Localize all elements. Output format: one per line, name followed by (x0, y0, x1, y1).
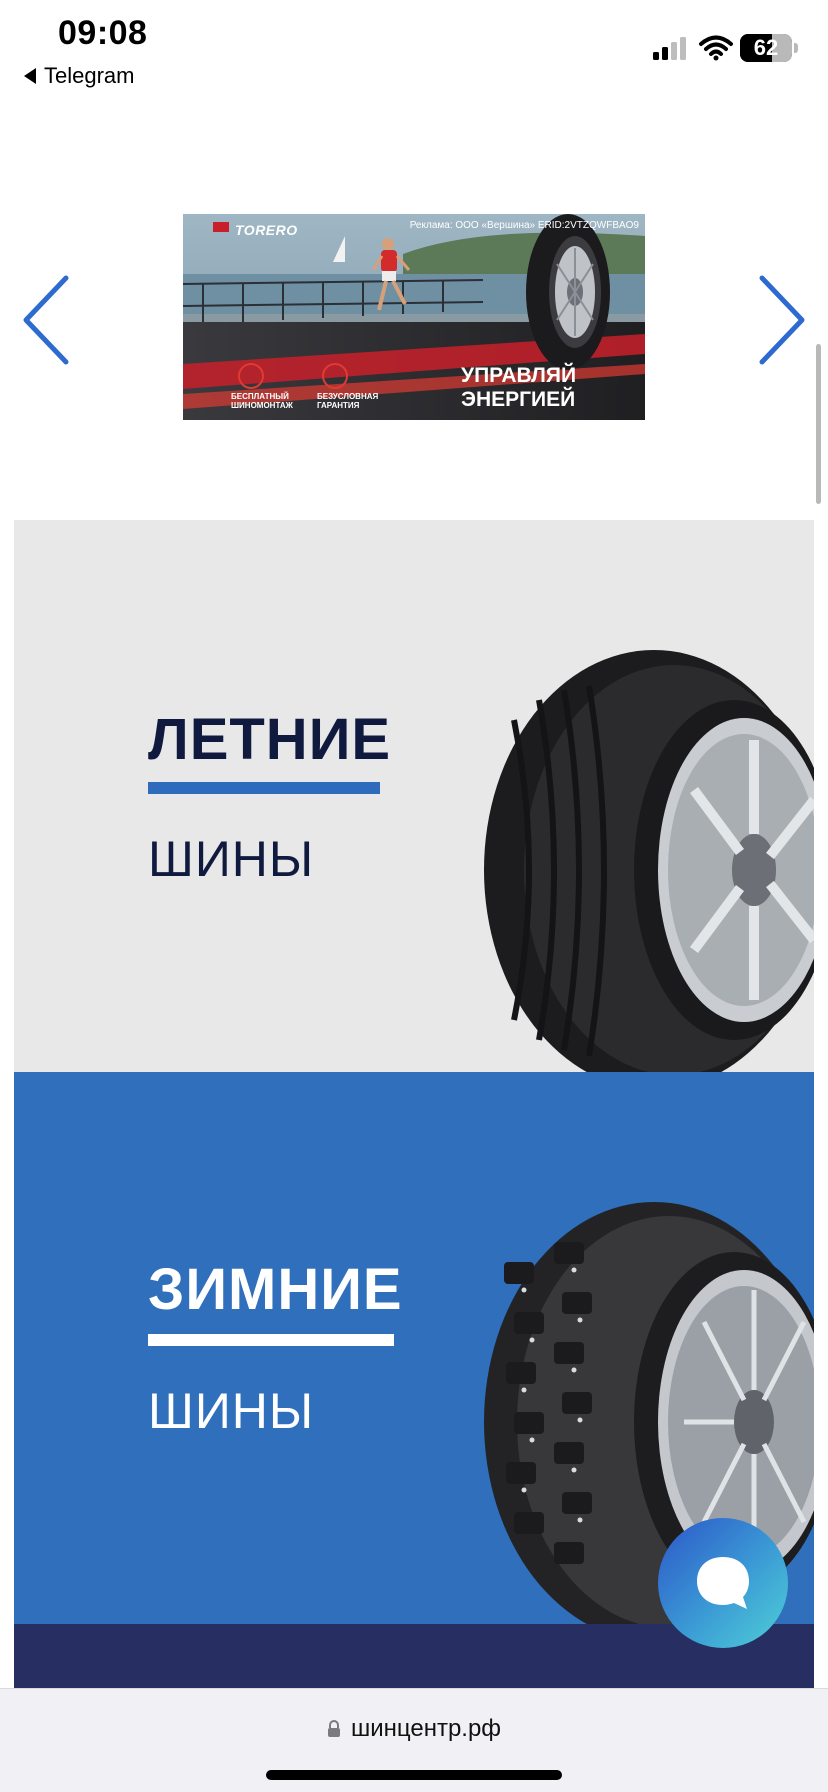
summer-tire-image (484, 650, 814, 1072)
url-text: шинцентр.рф (350, 1715, 502, 1742)
badge1-line2: ШИНОМОНТАЖ (231, 401, 293, 410)
badge2-line2: ГАРАНТИЯ (317, 401, 360, 410)
lock-icon (327, 1720, 340, 1737)
banner-slogan-line2: ЭНЕРГИЕЙ (461, 388, 576, 411)
chat-button[interactable] (658, 1518, 788, 1648)
battery-cap (794, 43, 798, 53)
status-time: 09:08 (58, 14, 148, 52)
battery-level: 62 (753, 35, 779, 60)
category-summer-tires[interactable]: ЛЕТНИЕ ШИНЫ (14, 520, 814, 1072)
banner-slogan: УПРАВЛЯЙ ЭНЕРГИЕЙ (461, 364, 611, 412)
badge2-line1: БЕЗУСЛОВНАЯ (317, 392, 379, 401)
chevron-right-icon[interactable] (750, 270, 810, 370)
signal-icon (653, 37, 686, 60)
back-app-label: Telegram (44, 63, 135, 88)
url-field[interactable]: шинцентр.рф (0, 1715, 828, 1743)
battery-icon: 62 (740, 34, 792, 62)
banner-badge-mounting: БЕСПЛАТНЫЙ ШИНОМОНТАЖ (231, 392, 293, 410)
category-underline (148, 1334, 394, 1346)
category-title: ЗИМНИЕ (148, 1257, 403, 1322)
banner-ad-label: Реклама: ООО «Вершина» ERID:2VTZQWFBAO9 (409, 220, 639, 231)
chat-bubble-icon (697, 1557, 749, 1609)
chevron-left-icon[interactable] (18, 270, 78, 370)
home-indicator[interactable] (266, 1770, 562, 1780)
scrollbar[interactable] (816, 344, 821, 504)
category-title: ЛЕТНИЕ (148, 707, 392, 772)
back-to-app-link[interactable]: Telegram (24, 63, 134, 89)
category-underline (148, 782, 380, 794)
badge1-line1: БЕСПЛАТНЫЙ (231, 392, 289, 401)
promo-carousel: TORERO Реклама: ООО «Вершина» ERID:2VTZQ… (0, 200, 828, 440)
banner-brand: TORERO (235, 222, 298, 238)
banner-badge-warranty: БЕЗУСЛОВНАЯ ГАРАНТИЯ (317, 392, 378, 410)
wifi-icon (699, 35, 733, 61)
category-subtitle: ШИНЫ (148, 1383, 315, 1439)
category-subtitle: ШИНЫ (148, 831, 315, 887)
back-triangle-icon (24, 68, 36, 84)
status-bar: 09:08 Telegram 62 (0, 0, 828, 100)
promo-banner[interactable]: TORERO Реклама: ООО «Вершина» ERID:2VTZQ… (183, 214, 645, 420)
banner-slogan-line1: УПРАВЛЯЙ (461, 364, 577, 387)
